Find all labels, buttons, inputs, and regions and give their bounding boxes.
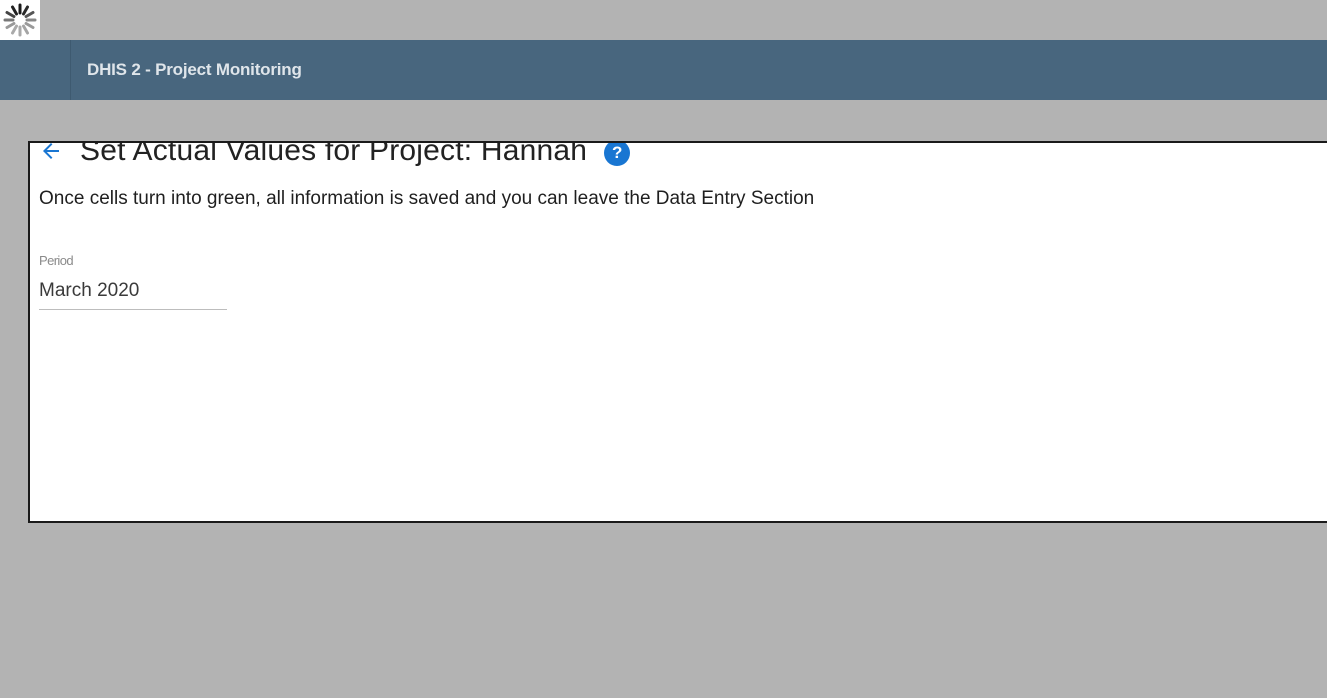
help-icon-glyph: ? (611, 143, 623, 162)
loading-spinner-icon (0, 0, 40, 40)
period-label: Period (39, 253, 74, 268)
page-title: Set Actual Values for Project: Hannah (80, 141, 588, 167)
arrow-back-icon[interactable] (38, 143, 64, 164)
data-entry-card: Set Actual Values for Project: Hannah ? … (28, 141, 1327, 523)
page: DHIS 2 - Project Monitoring Set Actual V… (0, 0, 1327, 698)
help-icon[interactable]: ? (604, 143, 631, 166)
app-title: DHIS 2 - Project Monitoring (87, 60, 302, 79)
period-field[interactable]: Period March 2020 (39, 253, 227, 310)
app-header: DHIS 2 - Project Monitoring (0, 40, 1327, 100)
title-row: Set Actual Values for Project: Hannah ? (38, 141, 631, 171)
header-divider (70, 40, 71, 100)
period-select[interactable]: March 2020 (39, 280, 227, 310)
info-message: Once cells turn into green, all informat… (39, 188, 815, 209)
